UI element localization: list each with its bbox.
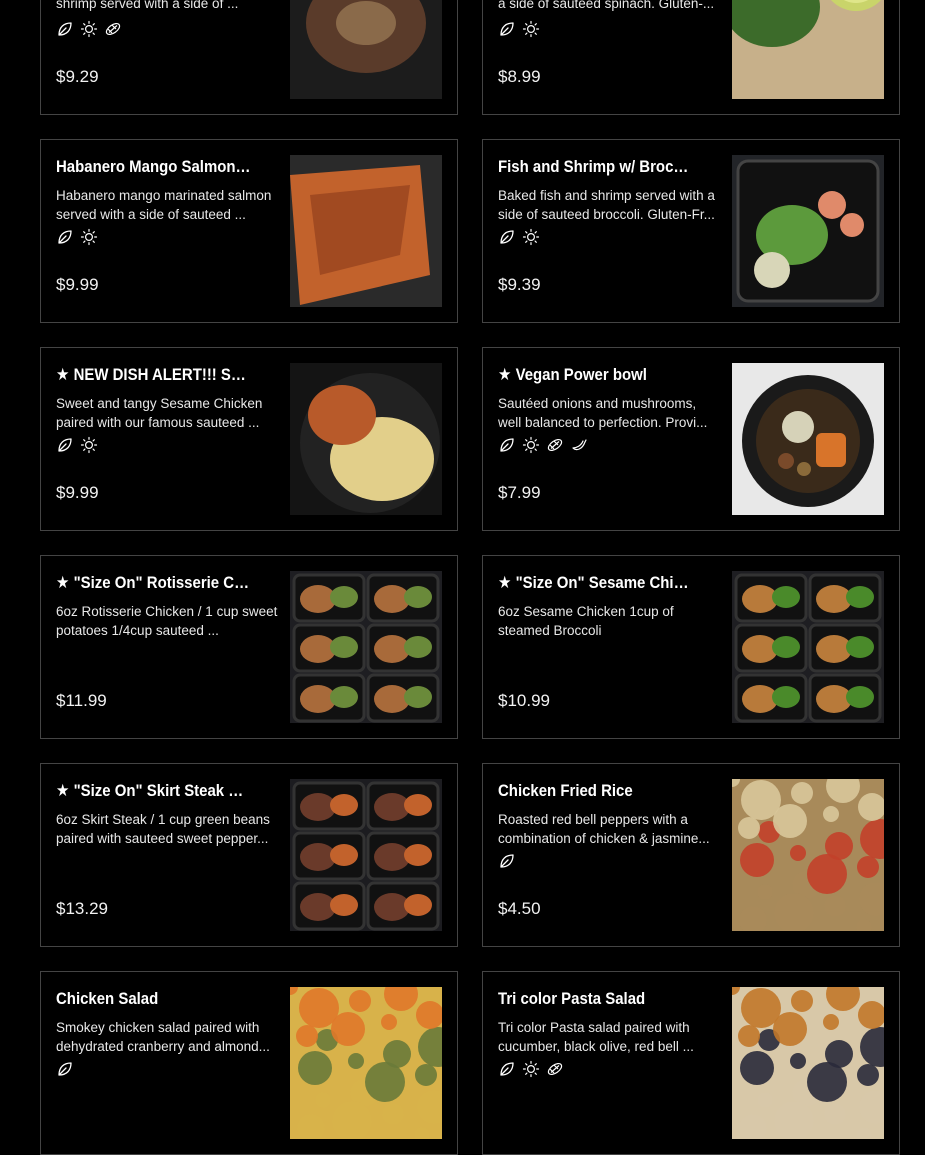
menu-item-card[interactable]: Tri color Pasta Salad Tri color Pasta sal… xyxy=(482,971,900,1155)
leaf-icon xyxy=(56,20,74,38)
menu-item-description-text: 6oz Skirt Steak / 1 cup green beans pair… xyxy=(56,812,270,846)
plated-dish-photo[interactable] xyxy=(290,0,442,99)
bean-icon xyxy=(546,1060,564,1078)
pasta-salad-photo[interactable] xyxy=(732,987,884,1139)
menu-item-description-text: Sautéed onions and mushrooms, well balan… xyxy=(498,396,708,430)
menu-item-description: a side of sauteed spinach. Gluten-... xyxy=(498,0,720,13)
dietary-tags xyxy=(56,1060,74,1078)
menu-item-price: $11.99 xyxy=(56,691,107,710)
menu-item-card[interactable]: ★ NEW DISH ALERT!!! Sesame ... Sweet and … xyxy=(40,347,458,531)
steak-trays-photo[interactable] xyxy=(290,779,442,931)
menu-item-card[interactable]: shrimp served with a side of ... $9.29 xyxy=(40,0,458,115)
chicken-salad-photo[interactable] xyxy=(290,987,442,1139)
dietary-tags xyxy=(498,436,588,454)
sun-icon xyxy=(522,1060,540,1078)
menu-item-description: 6oz Skirt Steak / 1 cup green beans pair… xyxy=(56,810,278,848)
leaf-icon xyxy=(498,1060,516,1078)
bean-icon xyxy=(546,436,564,454)
vegan-bowl-photo[interactable] xyxy=(732,363,884,515)
dietary-tags xyxy=(498,1060,564,1078)
leaf-icon xyxy=(56,1060,74,1078)
menu-item-description-text: shrimp served with a side of ... xyxy=(56,0,239,11)
menu-item-price: $13.29 xyxy=(56,899,108,918)
sesame-chicken-photo[interactable] xyxy=(290,363,442,515)
dietary-tags xyxy=(56,228,98,246)
leaf-icon xyxy=(498,228,516,246)
sesame-trays-photo[interactable] xyxy=(732,571,884,723)
menu-item-description-text: Roasted red bell peppers with a combinat… xyxy=(498,812,710,846)
dietary-tags xyxy=(56,20,122,38)
menu-item-card[interactable]: Habanero Mango Salmon w/ ... Habanero man… xyxy=(40,139,458,323)
leaf-icon xyxy=(498,852,516,870)
meal-prep-trays-photo[interactable] xyxy=(290,571,442,723)
menu-item-price: $9.39 xyxy=(498,275,541,294)
fried-rice-photo[interactable] xyxy=(732,779,884,931)
fish-shrimp-broccoli-photo[interactable] xyxy=(732,155,884,307)
menu-item-description-text: 6oz Rotisserie Chicken / 1 cup sweet pot… xyxy=(56,604,278,638)
menu-item-card[interactable]: Chicken Fried Rice Roasted red bell peppe… xyxy=(482,763,900,947)
menu-item-card[interactable]: Chicken Salad Smokey chicken salad paired… xyxy=(40,971,458,1155)
sun-icon xyxy=(522,436,540,454)
menu-item-title[interactable]: ★ NEW DISH ALERT!!! Sesame ... xyxy=(56,364,251,386)
menu-item-price: $4.50 xyxy=(498,899,541,918)
menu-item-card[interactable]: a side of sauteed spinach. Gluten-... $8.… xyxy=(482,0,900,115)
menu-item-description-text: 6oz Sesame Chicken 1cup of steamed Brocc… xyxy=(498,604,674,638)
menu-item-title[interactable]: ★ "Size On" Sesame Chicken xyxy=(498,572,693,594)
leaf-icon xyxy=(56,436,74,454)
menu-item-description: 6oz Rotisserie Chicken / 1 cup sweet pot… xyxy=(56,602,278,640)
menu-item-card[interactable]: Fish and Shrimp w/ Broccoli Baked fish an… xyxy=(482,139,900,323)
menu-item-price: $9.99 xyxy=(56,275,99,294)
menu-item-description: Baked fish and shrimp served with a side… xyxy=(498,186,720,224)
menu-item-description-text: Habanero mango marinated salmon served w… xyxy=(56,188,272,222)
menu-item-card[interactable]: ★ "Size On" Sesame Chicken 6oz Sesame Chi… xyxy=(482,555,900,739)
menu-grid: shrimp served with a side of ... $9.29 a s… xyxy=(0,0,925,1155)
menu-item-description-text: Baked fish and shrimp served with a side… xyxy=(498,188,715,222)
dietary-tags xyxy=(498,20,540,38)
menu-item-description: Smokey chicken salad paired with dehydra… xyxy=(56,1018,278,1056)
spinach-lime-photo[interactable] xyxy=(732,0,884,99)
dietary-tags xyxy=(56,436,98,454)
menu-item-description-text: Tri color Pasta salad paired with cucumb… xyxy=(498,1020,694,1054)
banana-icon xyxy=(570,436,588,454)
sun-icon xyxy=(80,436,98,454)
menu-item-price: $9.99 xyxy=(56,483,99,502)
menu-item-price: $7.99 xyxy=(498,483,541,502)
menu-item-description: 6oz Sesame Chicken 1cup of steamed Brocc… xyxy=(498,602,720,640)
dietary-tags xyxy=(498,852,516,870)
sun-icon xyxy=(80,228,98,246)
menu-item-price: $10.99 xyxy=(498,691,550,710)
menu-item-title[interactable]: ★ "Size On" Rotisserie Chicken xyxy=(56,572,251,594)
menu-item-price: $9.29 xyxy=(56,67,99,86)
menu-item-title[interactable]: Habanero Mango Salmon w/ ... xyxy=(56,156,251,178)
menu-item-title[interactable]: Fish and Shrimp w/ Broccoli xyxy=(498,156,693,178)
menu-item-description: Sweet and tangy Sesame Chicken paired wi… xyxy=(56,394,278,432)
menu-item-description-text: Smokey chicken salad paired with dehydra… xyxy=(56,1020,270,1054)
menu-item-title[interactable]: ★ Vegan Power bowl xyxy=(498,364,693,386)
menu-item-description: Tri color Pasta salad paired with cucumb… xyxy=(498,1018,720,1056)
menu-item-description-text: Sweet and tangy Sesame Chicken paired wi… xyxy=(56,396,263,430)
menu-item-title[interactable]: Tri color Pasta Salad xyxy=(498,988,693,1010)
dietary-tags xyxy=(498,228,540,246)
leaf-icon xyxy=(498,20,516,38)
leaf-icon xyxy=(498,436,516,454)
sun-icon xyxy=(80,20,98,38)
menu-item-price: $8.99 xyxy=(498,67,541,86)
menu-item-description: Roasted red bell peppers with a combinat… xyxy=(498,810,720,848)
menu-item-card[interactable]: ★ Vegan Power bowl Sautéed onions and mus… xyxy=(482,347,900,531)
menu-item-title[interactable]: ★ "Size On" Skirt Steak Beef Tips xyxy=(56,780,251,802)
menu-item-description: Sautéed onions and mushrooms, well balan… xyxy=(498,394,720,432)
menu-item-title[interactable]: Chicken Salad xyxy=(56,988,251,1010)
menu-item-title[interactable]: Chicken Fried Rice xyxy=(498,780,693,802)
menu-item-description: Habanero mango marinated salmon served w… xyxy=(56,186,278,224)
sun-icon xyxy=(522,20,540,38)
bean-icon xyxy=(104,20,122,38)
menu-item-card[interactable]: ★ "Size On" Rotisserie Chicken 6oz Rotiss… xyxy=(40,555,458,739)
sun-icon xyxy=(522,228,540,246)
leaf-icon xyxy=(56,228,74,246)
menu-item-card[interactable]: ★ "Size On" Skirt Steak Beef Tips 6oz Ski… xyxy=(40,763,458,947)
salmon-photo[interactable] xyxy=(290,155,442,307)
menu-item-description: shrimp served with a side of ... xyxy=(56,0,278,13)
menu-item-description-text: a side of sauteed spinach. Gluten-... xyxy=(498,0,715,11)
